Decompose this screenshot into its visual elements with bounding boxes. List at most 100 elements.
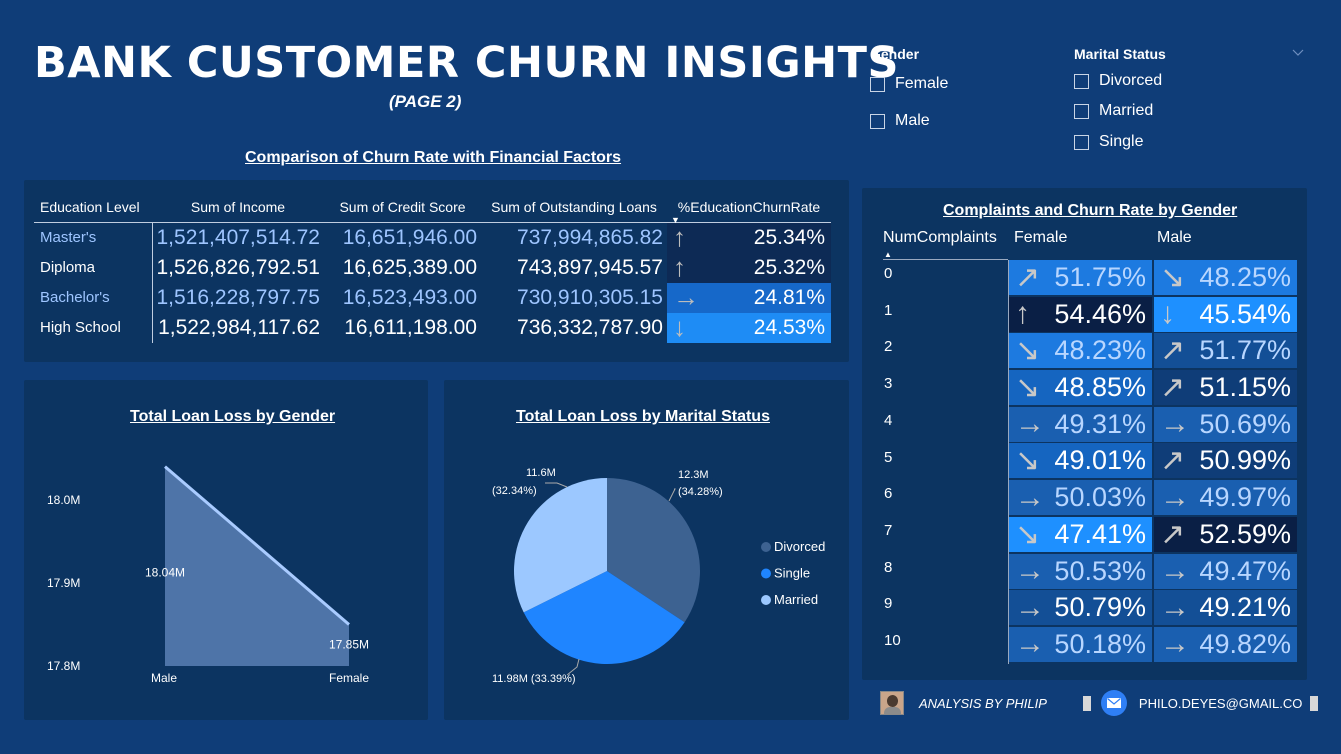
churn-rate-value: 24.53% <box>753 315 825 339</box>
matrix-row[interactable]: ↘ 48.85% ↗ 51.15% <box>1009 370 1299 407</box>
marital-option-divorced[interactable]: Divorced <box>1074 72 1162 90</box>
y-tick-label: 17.9M <box>47 576 80 590</box>
col-male[interactable]: Male <box>1157 229 1192 247</box>
checkbox[interactable] <box>1074 134 1089 150</box>
page-subtitle: (PAGE 2) <box>389 92 462 111</box>
avatar <box>880 691 904 715</box>
male-rate-cell: ↗ 52.59% <box>1154 516 1297 552</box>
complaint-count: 1 <box>884 301 893 319</box>
divider-bar <box>1082 695 1091 711</box>
table-row[interactable]: Master's 1,521,407,514.72 16,651,946.00 737… <box>34 222 831 253</box>
col-credit-score[interactable]: Sum of Credit Score <box>324 192 481 222</box>
trend-arrow-icon: ↘ <box>1015 444 1041 478</box>
footer: ANALYSIS BY PHILIP PHILO.DEYES@GMAIL.CO <box>880 690 1319 716</box>
income-value: 1,516,228,797.75 <box>156 285 321 309</box>
matrix-row[interactable]: ↘ 47.41% ↗ 52.59% <box>1009 516 1299 554</box>
checkbox[interactable] <box>870 76 885 92</box>
email-icon[interactable] <box>1100 690 1127 716</box>
trend-arrow-icon: ↑ <box>673 222 686 252</box>
matrix-row[interactable]: ↘ 49.01% ↗ 50.99% <box>1009 443 1299 480</box>
matrix-row[interactable]: → 50.18% → 49.82% <box>1009 626 1299 664</box>
checkbox[interactable] <box>1074 103 1089 119</box>
data-label: 11.6M <box>526 467 556 479</box>
churn-rate-cell: ↑ 25.32% <box>667 252 831 283</box>
female-rate-cell: ↗ 51.75% <box>1009 260 1152 295</box>
col-numcomplaints[interactable]: NumComplaints <box>883 229 997 247</box>
data-label: 12.3M <box>678 469 709 481</box>
churn-rate-cell: ↑ 25.34% <box>667 222 831 253</box>
gender-option-female[interactable]: Female <box>870 75 948 93</box>
trend-arrow-icon: → <box>1015 627 1045 661</box>
divider-bar <box>1310 695 1319 711</box>
matrix-row[interactable]: → 50.53% → 49.47% <box>1009 553 1299 591</box>
male-rate-cell: ↓ 45.54% <box>1154 296 1297 332</box>
col-female[interactable]: Female <box>1014 229 1067 247</box>
matrix-row[interactable]: → 50.79% → 49.21% <box>1009 590 1299 627</box>
trend-arrow-icon: ↑ <box>1015 297 1030 331</box>
trend-arrow-icon: ↓ <box>1160 297 1175 331</box>
trend-arrow-icon: ↗ <box>1160 371 1186 405</box>
checkbox[interactable] <box>870 113 885 129</box>
complaints-matrix: ↗ 51.75% ↘ 48.25% ↑ 54.46% ↓ 45.54% ↘ 48.23% ↗ 51.7… <box>1008 260 1299 664</box>
female-rate-value: 51.75% <box>1054 262 1146 292</box>
loans-value: 737,994,865.82 <box>517 225 663 249</box>
male-rate-value: 49.47% <box>1199 555 1291 586</box>
col-education-level[interactable]: Education Level <box>34 192 152 222</box>
marital-option-single[interactable]: Single <box>1074 133 1143 151</box>
matrix-row[interactable]: → 50.03% → 49.97% <box>1009 480 1299 517</box>
data-label: 18.04M <box>145 566 185 580</box>
complaint-count: 7 <box>884 521 893 539</box>
trend-arrow-icon: → <box>1015 590 1045 624</box>
col-outstanding-loans[interactable]: Sum of Outstanding Loans <box>481 192 667 222</box>
complaint-count: 5 <box>884 448 893 466</box>
table-row[interactable]: High School 1,522,984,117.62 16,611,198.00… <box>34 312 831 343</box>
trend-arrow-icon: ↑ <box>673 252 686 282</box>
gender-option-male[interactable]: Male <box>870 112 930 130</box>
table-row[interactable]: Bachelor's 1,516,228,797.75 16,523,493.00 7… <box>34 282 831 313</box>
male-rate-value: 51.15% <box>1199 372 1291 403</box>
matrix-row[interactable]: → 49.31% → 50.69% <box>1009 406 1299 444</box>
email-address[interactable]: PHILO.DEYES@GMAIL.CO <box>1139 696 1302 711</box>
education-level: Master's <box>34 222 153 253</box>
male-rate-value: 50.99% <box>1199 445 1291 476</box>
male-rate-cell: → 49.97% <box>1154 480 1297 516</box>
male-rate-cell: → 49.82% <box>1154 626 1297 662</box>
female-rate-cell: → 49.31% <box>1009 406 1152 442</box>
trend-arrow-icon: → <box>1015 554 1045 587</box>
female-rate-value: 48.85% <box>1054 372 1146 403</box>
male-rate-value: 45.54% <box>1199 298 1291 329</box>
education-level: High School <box>34 312 153 343</box>
trend-arrow-icon: → <box>673 282 699 312</box>
marital-option-married[interactable]: Married <box>1074 102 1153 120</box>
trend-arrow-icon: ↘ <box>1015 517 1041 551</box>
col-income[interactable]: Sum of Income <box>152 192 324 222</box>
col-education-churn-rate[interactable]: %EducationChurnRate ▼ <box>667 192 831 225</box>
female-rate-value: 50.18% <box>1054 628 1146 659</box>
matrix-row[interactable]: ↘ 48.23% ↗ 51.77% <box>1009 333 1299 370</box>
churn-rate-value: 25.34% <box>753 225 825 249</box>
trend-arrow-icon: ↗ <box>1160 444 1186 478</box>
complaints-title: Complaints and Churn Rate by Gender <box>943 202 1238 219</box>
female-rate-value: 50.03% <box>1054 482 1146 513</box>
trend-arrow-icon: ↘ <box>1015 334 1041 368</box>
page-title: BANK CUSTOMER CHURN INSIGHTS <box>34 38 899 88</box>
chevron-down-icon[interactable] <box>1292 44 1304 56</box>
male-rate-value: 52.59% <box>1199 518 1291 549</box>
area-fill <box>165 466 349 666</box>
income-value: 1,526,826,792.51 <box>156 255 321 279</box>
matrix-row[interactable]: ↑ 54.46% ↓ 45.54% <box>1009 296 1299 334</box>
female-rate-value: 54.46% <box>1054 298 1146 329</box>
female-rate-cell: ↘ 49.01% <box>1009 443 1152 479</box>
trend-arrow-icon: ↗ <box>1015 261 1041 294</box>
trend-arrow-icon: → <box>1160 480 1190 514</box>
leader-line <box>545 482 568 488</box>
matrix-row[interactable]: ↗ 51.75% ↘ 48.25% <box>1009 260 1299 297</box>
legend-marker <box>761 568 771 579</box>
trend-arrow-icon: → <box>1160 554 1190 587</box>
financial-table: Education Level Sum of Income Sum of Cre… <box>34 192 831 343</box>
legend-marker <box>761 542 771 552</box>
table-row[interactable]: Diploma 1,526,826,792.51 16,625,389.00 743,… <box>34 252 831 283</box>
male-rate-value: 49.21% <box>1199 592 1291 623</box>
data-label: 17.85M <box>329 637 369 651</box>
checkbox[interactable] <box>1074 73 1089 89</box>
